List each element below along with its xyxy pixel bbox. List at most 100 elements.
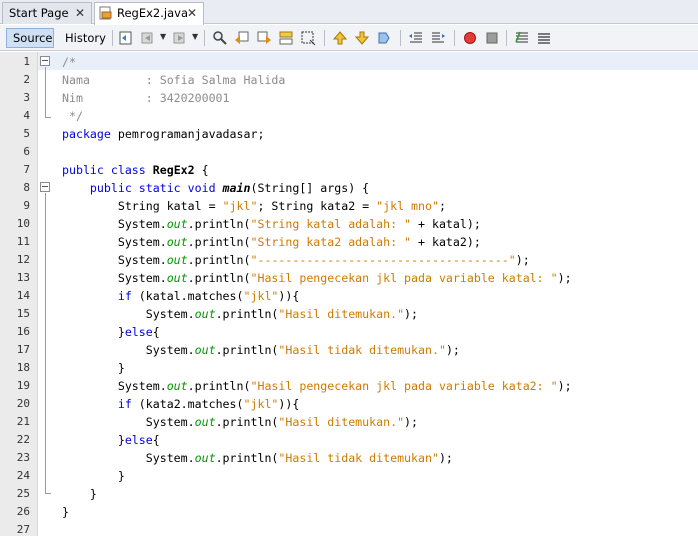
toolbar-divider [112,30,113,46]
code-token: out [166,235,188,249]
code-token: ); [515,253,530,267]
code-line: /* [62,53,76,71]
chevron-down-icon[interactable]: ▼ [192,32,198,41]
code-line: System.out.println("Hasil ditemukan."); [62,413,418,431]
toggle-bookmark-icon[interactable] [376,30,392,46]
code-token: out [194,451,216,465]
code-token: .println( [215,343,279,357]
code-token: ); [404,415,419,429]
code-line: System.out.println("Hasil pengecekan jkl… [62,269,572,287]
line-number: 7 [23,163,30,176]
code-line: Nim : 3420200001 [62,89,230,107]
code-token: (kata2.matches( [131,397,244,411]
code-token: package [62,127,111,141]
rectangular-selection-icon[interactable] [300,30,316,46]
code-token: ; String kata2 = [257,199,377,213]
line-number: 18 [16,361,30,374]
code-line: System.out.println("String kata2 adalah:… [62,233,481,251]
back-icon[interactable] [140,30,156,46]
code-token: ); [557,379,572,393]
code-token: } [62,505,69,519]
code-token: else [124,325,153,339]
fold-guide [45,493,51,494]
code-token: pemrogramanjavadasar; [110,127,265,141]
comment-icon[interactable] [514,30,530,46]
history-button[interactable]: History [58,28,106,48]
start-macro-icon[interactable] [462,30,478,46]
code-line: System.out.println("String katal adalah:… [62,215,481,233]
line-number: 20 [16,397,30,410]
code-token: "Hasil ditemukan." [278,415,405,429]
source-button[interactable]: Source [6,28,54,48]
fold-toggle-icon[interactable] [40,56,50,66]
fold-toggle-icon[interactable] [40,182,50,192]
code-line: } [62,485,97,503]
fold-guide [45,67,46,117]
editor-toolbar: Source History ▼ ▼ [0,25,698,51]
code-token: /* [62,55,76,69]
find-next-icon[interactable] [256,30,272,46]
code-line: }else{ [62,431,160,449]
next-bookmark-icon[interactable] [354,30,370,46]
line-number: 11 [16,235,30,248]
code-token: "jkl mno" [376,199,439,213]
line-number: 26 [16,505,30,518]
code-token: System. [62,379,167,393]
code-line: public static void main(String[] args) { [62,179,369,197]
code-token: "jkl" [222,199,258,213]
code-token: (String[] args) { [250,181,370,195]
code-line: } [62,503,69,521]
code-token: } [62,487,97,501]
chevron-down-icon[interactable]: ▼ [160,32,166,41]
shift-left-icon[interactable] [408,30,424,46]
last-edit-icon[interactable] [118,30,134,46]
code-token: "------------------------------------" [250,253,516,267]
close-icon[interactable]: ✕ [187,3,197,23]
line-number: 13 [16,271,30,284]
toolbar-divider [506,30,507,46]
code-token: out [166,253,188,267]
find-icon[interactable] [212,30,228,46]
tab-regex2-java[interactable]: RegEx2.java ✕ [94,2,204,25]
shift-right-icon[interactable] [430,30,446,46]
toggle-highlight-icon[interactable] [278,30,294,46]
code-token: if [117,397,132,411]
previous-bookmark-icon[interactable] [332,30,348,46]
code-token: "String kata2 adalah: " [250,235,412,249]
line-number: 4 [23,109,30,122]
code-token: ); [557,271,572,285]
code-token: out [166,217,188,231]
code-token: Nama : Sofia Salma Halida [62,73,286,87]
java-file-icon [99,6,112,20]
line-number: 22 [16,433,30,446]
code-token: System. [62,235,167,249]
code-token: } [62,325,125,339]
code-line: if (katal.matches("jkl")){ [62,287,300,305]
line-number: 2 [23,73,30,86]
code-token: out [194,307,216,321]
uncomment-icon[interactable] [536,30,552,46]
find-previous-icon[interactable] [234,30,250,46]
line-number: 14 [16,289,30,302]
tab-start-page[interactable]: Start Page ✕ [2,2,92,24]
code-token: "String katal adalah: " [250,217,412,231]
code-token: System. [62,217,167,231]
stop-macro-icon[interactable] [484,30,500,46]
close-icon[interactable]: ✕ [75,3,85,23]
code-token: { [194,163,209,177]
forward-icon[interactable] [172,30,188,46]
code-token: "Hasil pengecekan jkl pada variable kata… [250,379,558,393]
code-token: out [166,271,188,285]
code-token: else [124,433,153,447]
code-token: "Hasil pengecekan jkl pada variable kata… [250,271,558,285]
code-token: out [194,343,216,357]
code-token: System. [62,451,195,465]
code-token: { [152,433,160,447]
code-token: .println( [187,235,251,249]
code-token: "Hasil tidak ditemukan." [278,343,446,357]
line-number: 3 [23,91,30,104]
code-token: System. [62,253,167,267]
